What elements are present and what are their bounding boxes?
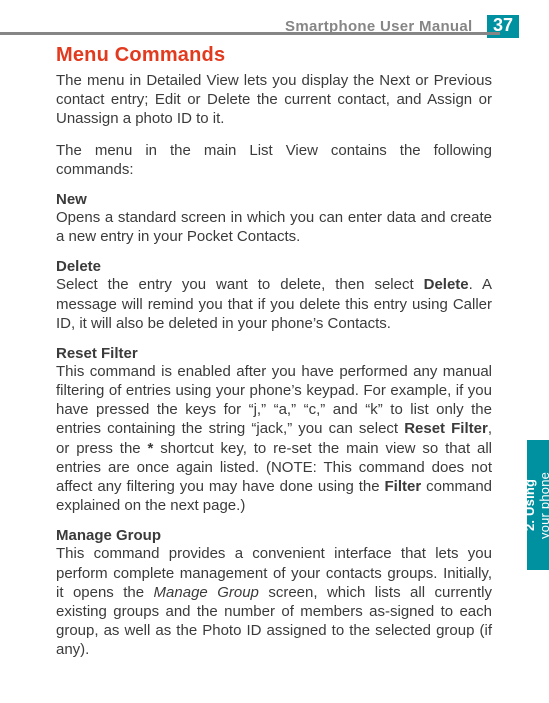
cmd-new-head: New	[56, 191, 492, 208]
cmd-mg-scr: Manage Group	[154, 584, 259, 601]
intro-para-2: The menu in the main List View contains …	[56, 141, 492, 179]
manual-page: Smartphone User Manual 37 Menu Commands …	[0, 0, 549, 703]
cmd-delete-head: Delete	[56, 258, 492, 275]
intro-para-1: The menu in Detailed View lets you displ…	[56, 71, 492, 129]
cmd-reset-star: *	[148, 440, 154, 457]
side-tab-line2: your phone	[538, 471, 549, 538]
cmd-reset-kw2: Filter	[385, 478, 422, 495]
side-tab-line1: 2. Using	[523, 471, 538, 538]
cmd-mg-head: Manage Group	[56, 527, 492, 544]
cmd-new-desc: Opens a standard screen in which you can…	[56, 208, 492, 246]
section-heading: Menu Commands	[56, 44, 492, 67]
cmd-mg-desc: This command provides a convenient inter…	[56, 544, 492, 659]
cmd-delete-kw: Delete	[424, 276, 469, 293]
cmd-delete-desc: Select the entry you want to delete, the…	[56, 275, 492, 333]
header-rule	[0, 32, 500, 35]
page-content: Menu Commands The menu in Detailed View …	[56, 42, 492, 672]
cmd-reset-kw1: Reset Filter	[404, 420, 488, 437]
side-tab: 2. Using your phone	[527, 440, 549, 570]
cmd-reset-head: Reset Filter	[56, 345, 492, 362]
cmd-reset-desc: This command is enabled after you have p…	[56, 362, 492, 516]
cmd-delete-pre: Select the entry you want to delete, the…	[56, 276, 424, 293]
